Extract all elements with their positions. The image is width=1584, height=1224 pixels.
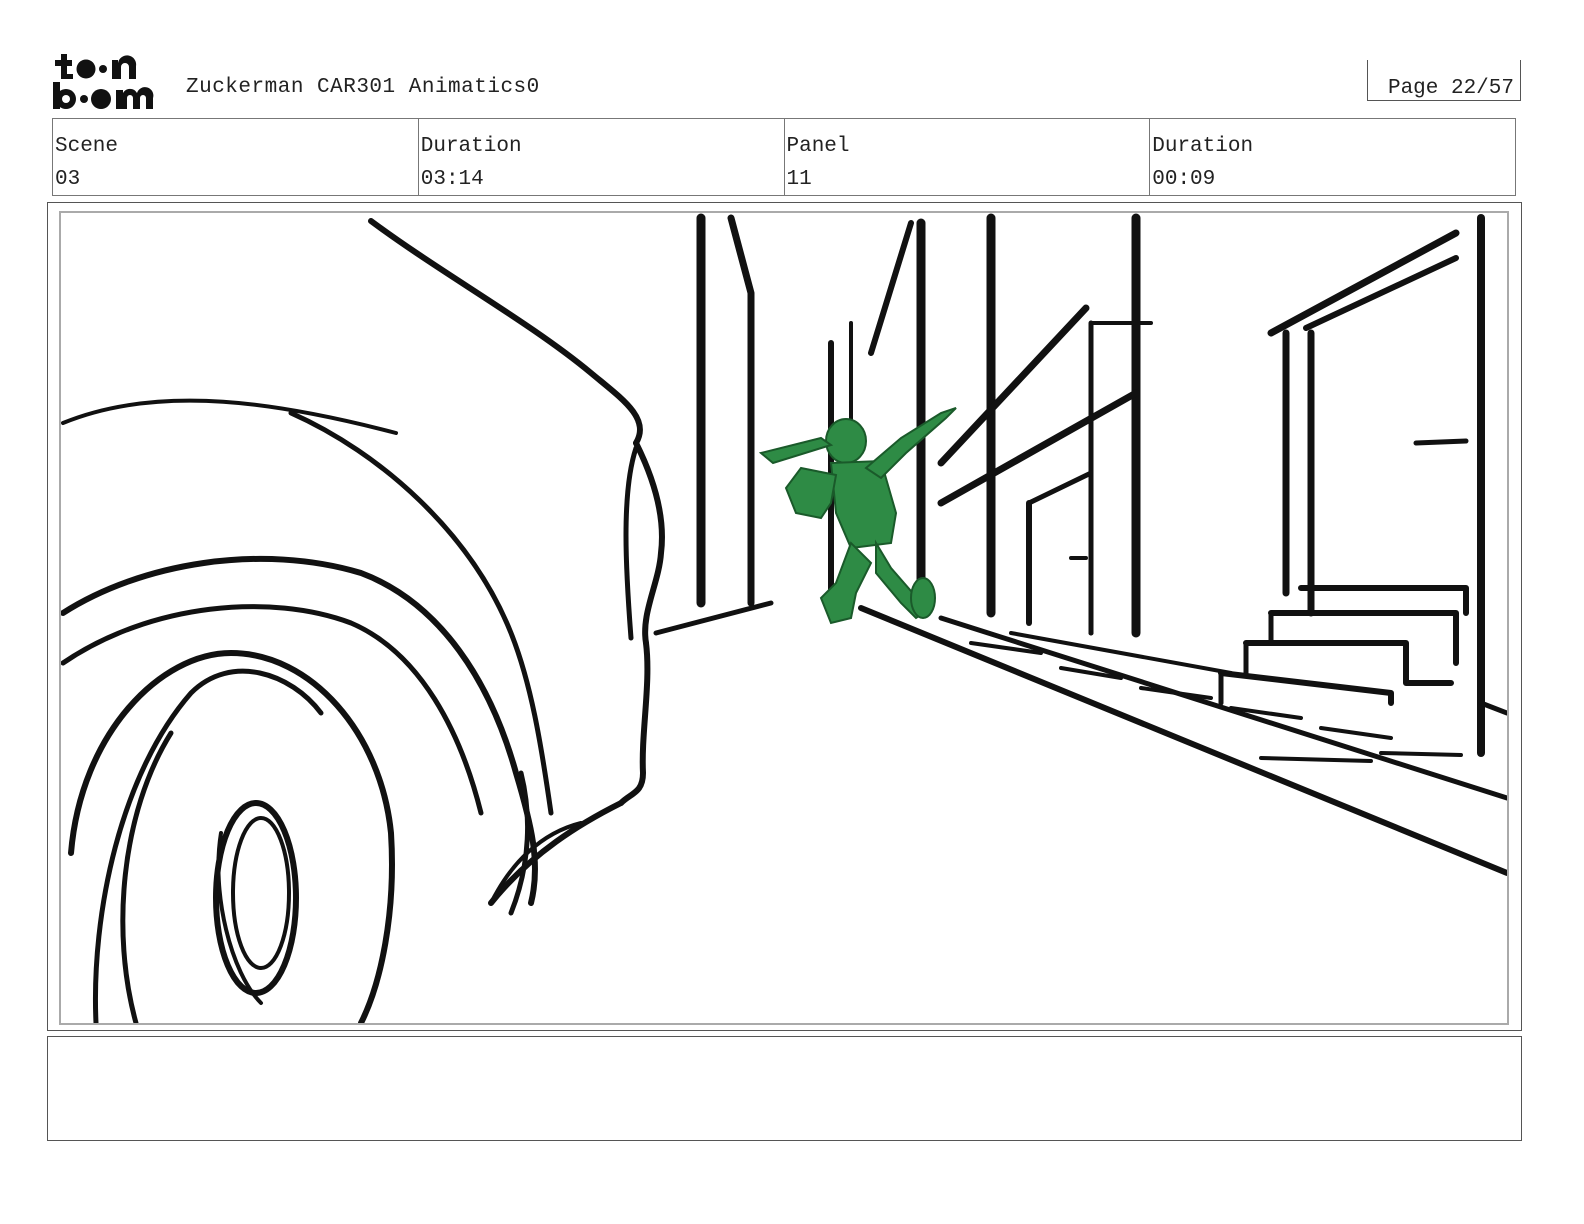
panel-duration-cell: Duration 00:09 — [1150, 119, 1515, 195]
toonboom-logo — [52, 50, 164, 112]
scene-label: Scene — [55, 135, 119, 158]
scene-duration-cell: Duration 03:14 — [419, 119, 785, 195]
panel-label: Panel — [786, 135, 850, 158]
scene-cell: Scene 03 — [53, 119, 419, 195]
storyboard-panel-frame — [47, 202, 1522, 1031]
project-title: Zuckerman CAR301 Animatics0 — [186, 76, 540, 99]
panel-value: 11 — [786, 168, 812, 191]
scene-info-table: Scene 03 Duration 03:14 Panel 11 Duratio… — [52, 118, 1516, 196]
panel-duration-value: 00:09 — [1152, 168, 1216, 191]
storyboard-panel-image — [59, 211, 1509, 1025]
panel-duration-label: Duration — [1152, 135, 1254, 158]
scene-duration-value: 03:14 — [420, 168, 484, 191]
storyboard-sketch — [61, 213, 1507, 1023]
scene-value: 03 — [55, 168, 81, 191]
panel-notes-box — [47, 1036, 1522, 1141]
page-label: Page 22/57 — [1387, 77, 1514, 100]
green-character-figure — [758, 407, 957, 625]
panel-cell: Panel 11 — [785, 119, 1151, 195]
page-indicator: Page 22/57 — [1367, 60, 1521, 101]
scene-duration-label: Duration — [420, 135, 522, 158]
